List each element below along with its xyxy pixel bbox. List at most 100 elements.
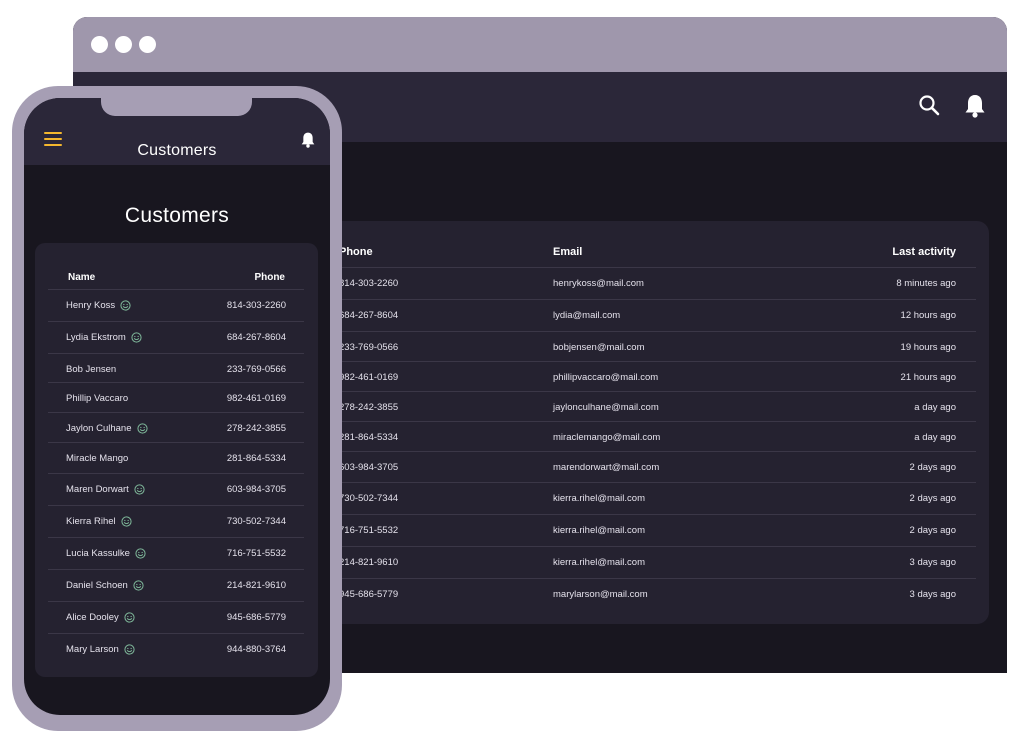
table-row[interactable]: Mary Larson 944-880-3764 [48, 633, 304, 665]
table-row[interactable]: Daniel Schoen 214-821-9610 [48, 569, 304, 601]
cell-name: Miracle Mango [66, 453, 128, 464]
cell-phone: 281-864-5334 [226, 453, 286, 464]
cell-phone: 982-461-0169 [339, 372, 399, 383]
cell-name: Jaylon Culhane [66, 423, 148, 434]
table-row[interactable]: Lydia Ekstrom 684-267-8604 [48, 321, 304, 353]
table-row[interactable]: Lucia Kassulke 716-751-5532 [48, 537, 304, 569]
customer-name: Bob Jensen [66, 364, 117, 375]
cell-email: henrykoss@mail.com [553, 278, 644, 289]
smiley-face-icon [135, 548, 146, 559]
cell-phone: 233-769-0566 [339, 342, 399, 353]
smiley-face-icon [124, 612, 135, 623]
table-row[interactable]: Miracle Mango 281-864-5334 [48, 442, 304, 474]
cell-last-activity: 12 hours ago [900, 310, 956, 321]
cell-last-activity: 19 hours ago [900, 342, 956, 353]
cell-phone: 982-461-0169 [226, 393, 286, 404]
cell-phone: 730-502-7344 [226, 516, 286, 527]
search-icon[interactable] [918, 94, 940, 121]
cell-email: kierra.rihel@mail.com [553, 525, 645, 536]
cell-name: Lucia Kassulke [66, 548, 146, 559]
customer-name: Maren Dorwart [66, 484, 129, 495]
cell-phone: 716-751-5532 [226, 548, 286, 559]
page-title: Customers [124, 204, 230, 227]
table-row[interactable]: Alice Dooley 945-686-5779 [48, 601, 304, 633]
cell-name: Phillip Vaccaro [66, 393, 128, 404]
table-row[interactable]: Kierra Rihel 730-502-7344 [48, 505, 304, 537]
cell-last-activity: 2 days ago [909, 462, 956, 473]
smiley-face-icon [136, 423, 148, 434]
mobile-screen: Customers Customers Name Phone Henry Kos… [24, 98, 330, 715]
mobile-phone-frame: Customers Customers Name Phone Henry Kos… [12, 86, 342, 731]
cell-phone: 814-303-2260 [226, 300, 286, 311]
table-row[interactable]: Henry Koss 814-303-2260 [48, 289, 304, 321]
cell-email: kierra.rihel@mail.com [553, 493, 645, 504]
mobile-header-title: Customers [137, 142, 217, 159]
table-row[interactable]: 278-242-3855 jaylonculhane@mail.com a day … [321, 391, 976, 422]
mobile-app-header: Customers [24, 98, 330, 165]
table-row[interactable]: 982-461-0169 phillipvaccaro@mail.com 21 ho… [321, 361, 976, 392]
table-row[interactable]: Bob Jensen 233-769-0566 [48, 353, 304, 385]
column-header-phone[interactable]: Phone [339, 246, 373, 258]
cell-last-activity: 3 days ago [909, 589, 956, 600]
smiley-face-icon [133, 580, 144, 591]
cell-phone: 716-751-5532 [339, 525, 399, 536]
cell-phone: 233-769-0566 [226, 364, 286, 375]
bell-icon[interactable] [963, 93, 987, 124]
cell-last-activity: 8 minutes ago [896, 278, 956, 289]
cell-name: Bob Jensen [66, 364, 116, 375]
column-header-last-activity[interactable]: Last activity [892, 246, 956, 258]
window-control-dot[interactable] [115, 36, 132, 53]
cell-phone: 278-242-3855 [226, 423, 286, 434]
cell-email: marylarson@mail.com [553, 589, 648, 600]
cell-email: lydia@mail.com [553, 310, 621, 321]
table-row[interactable]: 716-751-5532 kierra.rihel@mail.com 2 days … [321, 514, 976, 545]
cell-phone: 281-864-5334 [339, 432, 399, 443]
cell-phone: 814-303-2260 [339, 278, 399, 289]
table-row[interactable]: 281-864-5334 miraclemango@mail.com a day a… [321, 421, 976, 452]
cell-phone: 945-686-5779 [226, 612, 286, 623]
cell-phone: 944-880-3764 [226, 644, 286, 655]
smiley-face-icon [131, 332, 142, 343]
smiley-face-icon [134, 484, 145, 495]
cell-phone: 684-267-8604 [339, 310, 399, 321]
cell-phone: 684-267-8604 [226, 332, 286, 343]
table-row[interactable]: 814-303-2260 henrykoss@mail.com 8 minutes … [321, 267, 976, 298]
cell-name: Maren Dorwart [66, 484, 145, 495]
cell-name: Daniel Schoen [66, 580, 144, 591]
table-row[interactable]: Jaylon Culhane 278-242-3855 [48, 412, 304, 444]
cell-email: jaylonculhane@mail.com [553, 402, 659, 413]
table-row[interactable]: 730-502-7344 kierra.rihel@mail.com 2 days … [321, 482, 976, 513]
table-row[interactable]: Maren Dorwart 603-984-3705 [48, 473, 304, 505]
column-header-phone[interactable]: Phone [254, 272, 285, 283]
customer-name: Phillip Vaccaro [66, 393, 129, 404]
column-header-name[interactable]: Name [68, 272, 95, 283]
cell-last-activity: a day ago [914, 402, 956, 413]
cell-phone: 603-984-3705 [226, 484, 286, 495]
window-control-dot[interactable] [91, 36, 108, 53]
cell-phone: 603-984-3705 [339, 462, 399, 473]
cell-email: kierra.rihel@mail.com [553, 557, 645, 568]
cell-phone: 214-821-9610 [226, 580, 286, 591]
table-row[interactable]: 603-984-3705 marendorwart@mail.com 2 days … [321, 451, 976, 482]
cell-last-activity: a day ago [914, 432, 956, 443]
table-header: Phone Email Last activity [321, 221, 989, 271]
cell-last-activity: 21 hours ago [900, 372, 956, 383]
cell-name: Mary Larson [66, 644, 135, 655]
customer-name: Mary Larson [66, 644, 119, 655]
bell-icon[interactable] [300, 131, 316, 154]
table-row[interactable]: 214-821-9610 kierra.rihel@mail.com 3 days … [321, 546, 976, 577]
table-row[interactable]: 233-769-0566 bobjensen@mail.com 19 hours a… [321, 331, 976, 362]
window-control-dot[interactable] [139, 36, 156, 53]
cell-phone: 945-686-5779 [339, 589, 399, 600]
cell-name: Lydia Ekstrom [66, 332, 142, 343]
customer-name: Henry Koss [66, 300, 116, 311]
table-row[interactable]: 684-267-8604 lydia@mail.com 12 hours ago [321, 299, 976, 330]
cell-email: phillipvaccaro@mail.com [553, 372, 659, 383]
customer-name: Miracle Mango [66, 453, 129, 464]
table-row[interactable]: 945-686-5779 marylarson@mail.com 3 days ag… [321, 578, 976, 609]
cell-email: marendorwart@mail.com [553, 462, 660, 473]
column-header-email[interactable]: Email [553, 246, 582, 258]
customer-name: Alice Dooley [66, 612, 119, 623]
cell-name: Kierra Rihel [66, 516, 132, 527]
table-row[interactable]: Phillip Vaccaro 982-461-0169 [48, 382, 304, 414]
